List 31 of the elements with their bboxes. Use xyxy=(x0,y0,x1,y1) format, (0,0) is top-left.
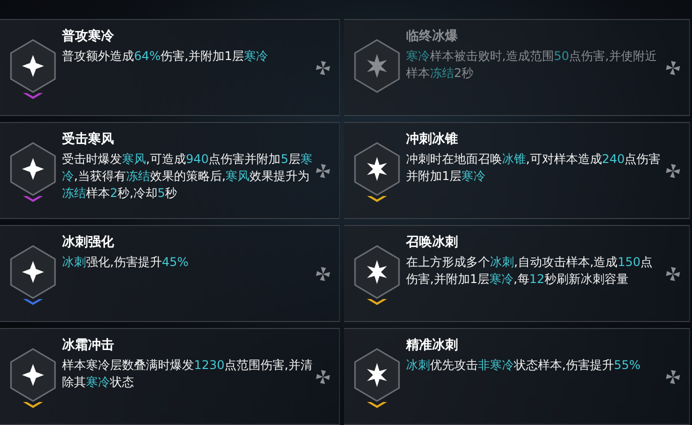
skill-description: 冰刺优先攻击非寒冷状态样本,伤害提升55% xyxy=(406,357,642,374)
skill-title: 临终冰爆 xyxy=(406,28,459,46)
skill-title: 精准冰刺 xyxy=(406,337,459,355)
skill-card[interactable]: 冲刺冰锥 冲刺时在地面召唤冰锥,可对样本造成240点伤害并附加1层寒冷 xyxy=(344,122,690,219)
skill-card[interactable]: 精准冰刺 冰刺优先攻击非寒冷状态样本,伤害提升55% xyxy=(344,328,690,425)
skill-card[interactable]: 冰霜冲击 样本寒冷层数叠满时爆发1230点范围伤害,并清除其寒冷状态 xyxy=(0,328,340,425)
skill-title: 冰霜冲击 xyxy=(62,337,115,355)
skill-card[interactable]: 召唤冰刺 在上方形成多个冰刺,自动攻击样本,造成150点伤害,并附加1层寒冷,每12秒刷新冰刺容量 xyxy=(344,225,690,322)
pinwheel-icon xyxy=(665,60,681,76)
skill-title: 冲刺冰锥 xyxy=(406,131,459,149)
skill-description: 冲刺时在地面召唤冰锥,可对样本造成240点伤害并附加1层寒冷 xyxy=(406,151,662,185)
pinwheel-icon xyxy=(315,266,331,282)
skill-description: 样本寒冷层数叠满时爆发1230点范围伤害,并清除其寒冷状态 xyxy=(62,357,313,391)
skill-description: 冰刺强化,伤害提升45% xyxy=(62,254,190,271)
skill-description: 受击时爆发寒风,可造成940点伤害并附加5层寒冷,当获得有冻结效果的策略后,寒风效果提升为 冻结样本2秒,冷却5秒 xyxy=(62,151,313,202)
skill-title: 召唤冰刺 xyxy=(406,234,459,252)
skill-card[interactable]: 冰刺强化 冰刺强化,伤害提升45% xyxy=(0,225,340,322)
skill-description: 普攻额外造成64%伤害,并附加1层寒冷 xyxy=(62,48,270,65)
skill-description: 寒冷样本被击败时,造成范围50点伤害,并使附近样本冻结2秒 xyxy=(406,48,658,82)
pinwheel-icon xyxy=(315,369,331,385)
skill-card[interactable]: 受击寒风 受击时爆发寒风,可造成940点伤害并附加5层寒冷,当获得有冻结效果的策略后,寒风效果提升为 冻结样本2秒,冷却5秒 xyxy=(0,122,340,219)
skill-description: 在上方形成多个冰刺,自动攻击样本,造成150点伤害,并附加1层寒冷,每12秒刷新冰刺容量 xyxy=(406,254,654,288)
pinwheel-icon xyxy=(665,266,681,282)
pinwheel-icon xyxy=(315,60,331,76)
pinwheel-icon xyxy=(665,163,681,179)
pinwheel-icon xyxy=(665,369,681,385)
pinwheel-icon xyxy=(315,163,331,179)
skill-card[interactable]: 普攻寒冷 普攻额外造成64%伤害,并附加1层寒冷 xyxy=(0,19,340,116)
skill-title: 受击寒风 xyxy=(62,131,115,149)
skill-title: 普攻寒冷 xyxy=(62,28,115,46)
skill-title: 冰刺强化 xyxy=(62,234,115,252)
